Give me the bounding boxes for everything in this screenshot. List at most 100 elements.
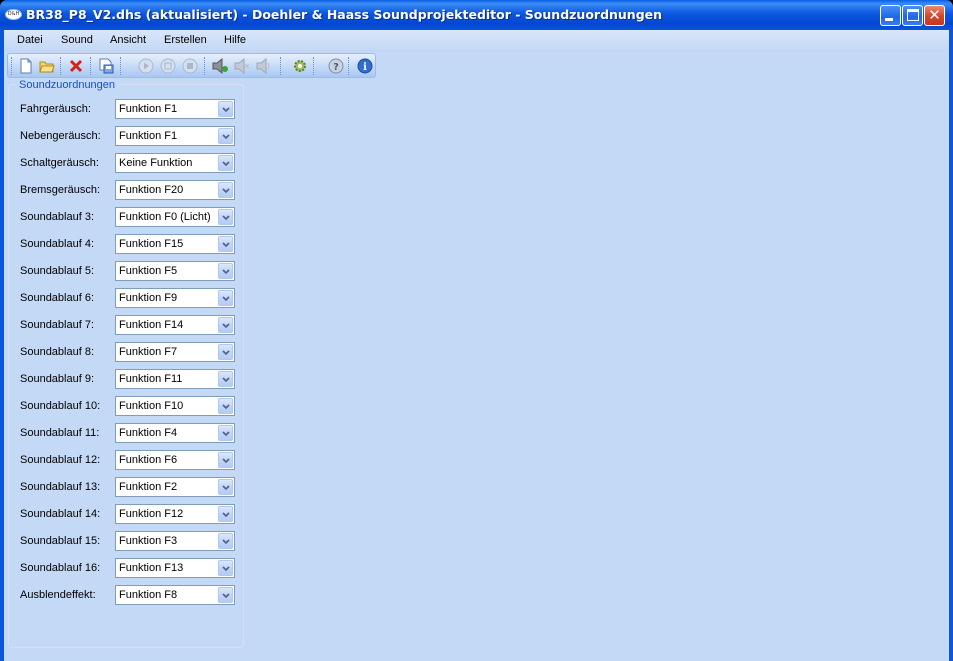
- maximize-icon: [907, 9, 919, 21]
- dropdown-arrow-button[interactable]: [218, 344, 233, 360]
- function-dropdown[interactable]: Funktion F0 (Licht): [115, 207, 235, 227]
- dropdown-value: Funktion F8: [119, 589, 178, 601]
- dropdown-value: Funktion F6: [119, 454, 178, 466]
- dropdown-arrow-button[interactable]: [218, 425, 233, 441]
- dropdown-arrow-button[interactable]: [218, 263, 233, 279]
- function-dropdown[interactable]: Keine Funktion: [115, 153, 235, 173]
- window-right-border: [949, 30, 953, 661]
- function-dropdown[interactable]: Funktion F12: [115, 504, 235, 524]
- client-area: Datei Sound Ansicht Erstellen Hilfe ? i …: [4, 30, 949, 661]
- toolbar-separator: [280, 57, 282, 75]
- function-dropdown[interactable]: Funktion F1: [115, 99, 235, 119]
- new-file-icon[interactable]: [18, 58, 34, 74]
- function-dropdown[interactable]: Funktion F11: [115, 369, 235, 389]
- save-as-icon[interactable]: [98, 58, 114, 74]
- info-icon[interactable]: i: [357, 58, 373, 74]
- dropdown-arrow-button[interactable]: [218, 506, 233, 522]
- dropdown-value: Funktion F4: [119, 427, 178, 439]
- title-bar[interactable]: D&H BR38_P8_V2.dhs (aktualisiert) - Doeh…: [0, 0, 953, 30]
- dropdown-arrow-button[interactable]: [218, 236, 233, 252]
- row-label: Nebengeräusch:: [20, 130, 101, 142]
- dropdown-arrow-button[interactable]: [218, 317, 233, 333]
- delete-icon[interactable]: [68, 58, 84, 74]
- row-label: Ausblendeffekt:: [20, 589, 96, 601]
- function-dropdown[interactable]: Funktion F1: [115, 126, 235, 146]
- row-label: Soundablauf 12:: [20, 454, 101, 466]
- function-dropdown[interactable]: Funktion F7: [115, 342, 235, 362]
- stop-icon[interactable]: [182, 58, 198, 74]
- app-icon[interactable]: D&H: [5, 9, 22, 20]
- chevron-down-icon: [222, 323, 230, 329]
- maximize-button[interactable]: [902, 5, 923, 26]
- function-dropdown[interactable]: Funktion F9: [115, 288, 235, 308]
- toolbar-separator: [90, 57, 92, 75]
- dropdown-arrow-button[interactable]: [218, 128, 233, 144]
- close-button[interactable]: ✕: [924, 5, 945, 26]
- row-label: Schaltgeräusch:: [20, 157, 99, 169]
- function-dropdown[interactable]: Funktion F6: [115, 450, 235, 470]
- minimize-icon: [885, 18, 893, 21]
- menu-ansicht[interactable]: Ansicht: [110, 34, 146, 46]
- chevron-down-icon: [222, 188, 230, 194]
- dropdown-arrow-button[interactable]: [218, 101, 233, 117]
- volume-mute-icon[interactable]: [234, 58, 250, 74]
- row-label: Soundablauf 3:: [20, 211, 95, 223]
- menu-sound[interactable]: Sound: [61, 34, 93, 46]
- open-folder-icon[interactable]: [39, 58, 55, 74]
- dropdown-value: Funktion F11: [119, 373, 183, 385]
- settings-gear-icon[interactable]: [292, 58, 308, 74]
- chevron-down-icon: [222, 350, 230, 356]
- window-title: BR38_P8_V2.dhs (aktualisiert) - Doehler …: [26, 7, 663, 22]
- help-icon[interactable]: ?: [328, 58, 344, 74]
- chevron-down-icon: [222, 161, 230, 167]
- chevron-down-icon: [222, 134, 230, 140]
- volume-icon[interactable]: [256, 58, 272, 74]
- dropdown-arrow-button[interactable]: [218, 587, 233, 603]
- minimize-button[interactable]: [880, 5, 901, 26]
- dropdown-arrow-button[interactable]: [218, 533, 233, 549]
- row-label: Soundablauf 4:: [20, 238, 95, 250]
- volume-up-icon[interactable]: [212, 58, 228, 74]
- function-dropdown[interactable]: Funktion F4: [115, 423, 235, 443]
- function-dropdown[interactable]: Funktion F13: [115, 558, 235, 578]
- menu-datei[interactable]: Datei: [17, 34, 43, 46]
- function-dropdown[interactable]: Funktion F10: [115, 396, 235, 416]
- function-dropdown[interactable]: Funktion F3: [115, 531, 235, 551]
- menu-erstellen[interactable]: Erstellen: [164, 34, 207, 46]
- function-dropdown[interactable]: Funktion F5: [115, 261, 235, 281]
- dropdown-arrow-button[interactable]: [218, 560, 233, 576]
- chevron-down-icon: [222, 593, 230, 599]
- chevron-down-icon: [222, 458, 230, 464]
- dropdown-value: Funktion F5: [119, 265, 178, 277]
- menu-hilfe[interactable]: Hilfe: [224, 34, 246, 46]
- chevron-down-icon: [222, 485, 230, 491]
- function-dropdown[interactable]: Funktion F14: [115, 315, 235, 335]
- dropdown-arrow-button[interactable]: [218, 452, 233, 468]
- dropdown-arrow-button[interactable]: [218, 182, 233, 198]
- row-label: Soundablauf 16:: [20, 562, 101, 574]
- function-dropdown[interactable]: Funktion F2: [115, 477, 235, 497]
- dropdown-arrow-button[interactable]: [218, 371, 233, 387]
- row-label: Soundablauf 9:: [20, 373, 95, 385]
- function-dropdown[interactable]: Funktion F20: [115, 180, 235, 200]
- play-icon[interactable]: [138, 58, 154, 74]
- pause-icon[interactable]: [160, 58, 176, 74]
- dropdown-arrow-button[interactable]: [218, 398, 233, 414]
- row-label: Soundablauf 5:: [20, 265, 95, 277]
- row-label: Soundablauf 10:: [20, 400, 101, 412]
- dropdown-value: Funktion F13: [119, 562, 184, 574]
- dropdown-arrow-button[interactable]: [218, 155, 233, 171]
- chevron-down-icon: [222, 107, 230, 113]
- row-label: Soundablauf 15:: [20, 535, 101, 547]
- dropdown-arrow-button[interactable]: [218, 209, 233, 225]
- dropdown-arrow-button[interactable]: [218, 290, 233, 306]
- row-label: Soundablauf 8:: [20, 346, 95, 358]
- dropdown-value: Funktion F12: [119, 508, 184, 520]
- row-label: Bremsgeräusch:: [20, 184, 101, 196]
- dropdown-value: Funktion F9: [119, 292, 178, 304]
- dropdown-arrow-button[interactable]: [218, 479, 233, 495]
- soundzuordnungen-group: Soundzuordnungen Fahrgeräusch: Funktion F…: [8, 79, 244, 648]
- function-dropdown[interactable]: Funktion F8: [115, 585, 235, 605]
- toolbar-grip[interactable]: [11, 57, 13, 75]
- function-dropdown[interactable]: Funktion F15: [115, 234, 235, 254]
